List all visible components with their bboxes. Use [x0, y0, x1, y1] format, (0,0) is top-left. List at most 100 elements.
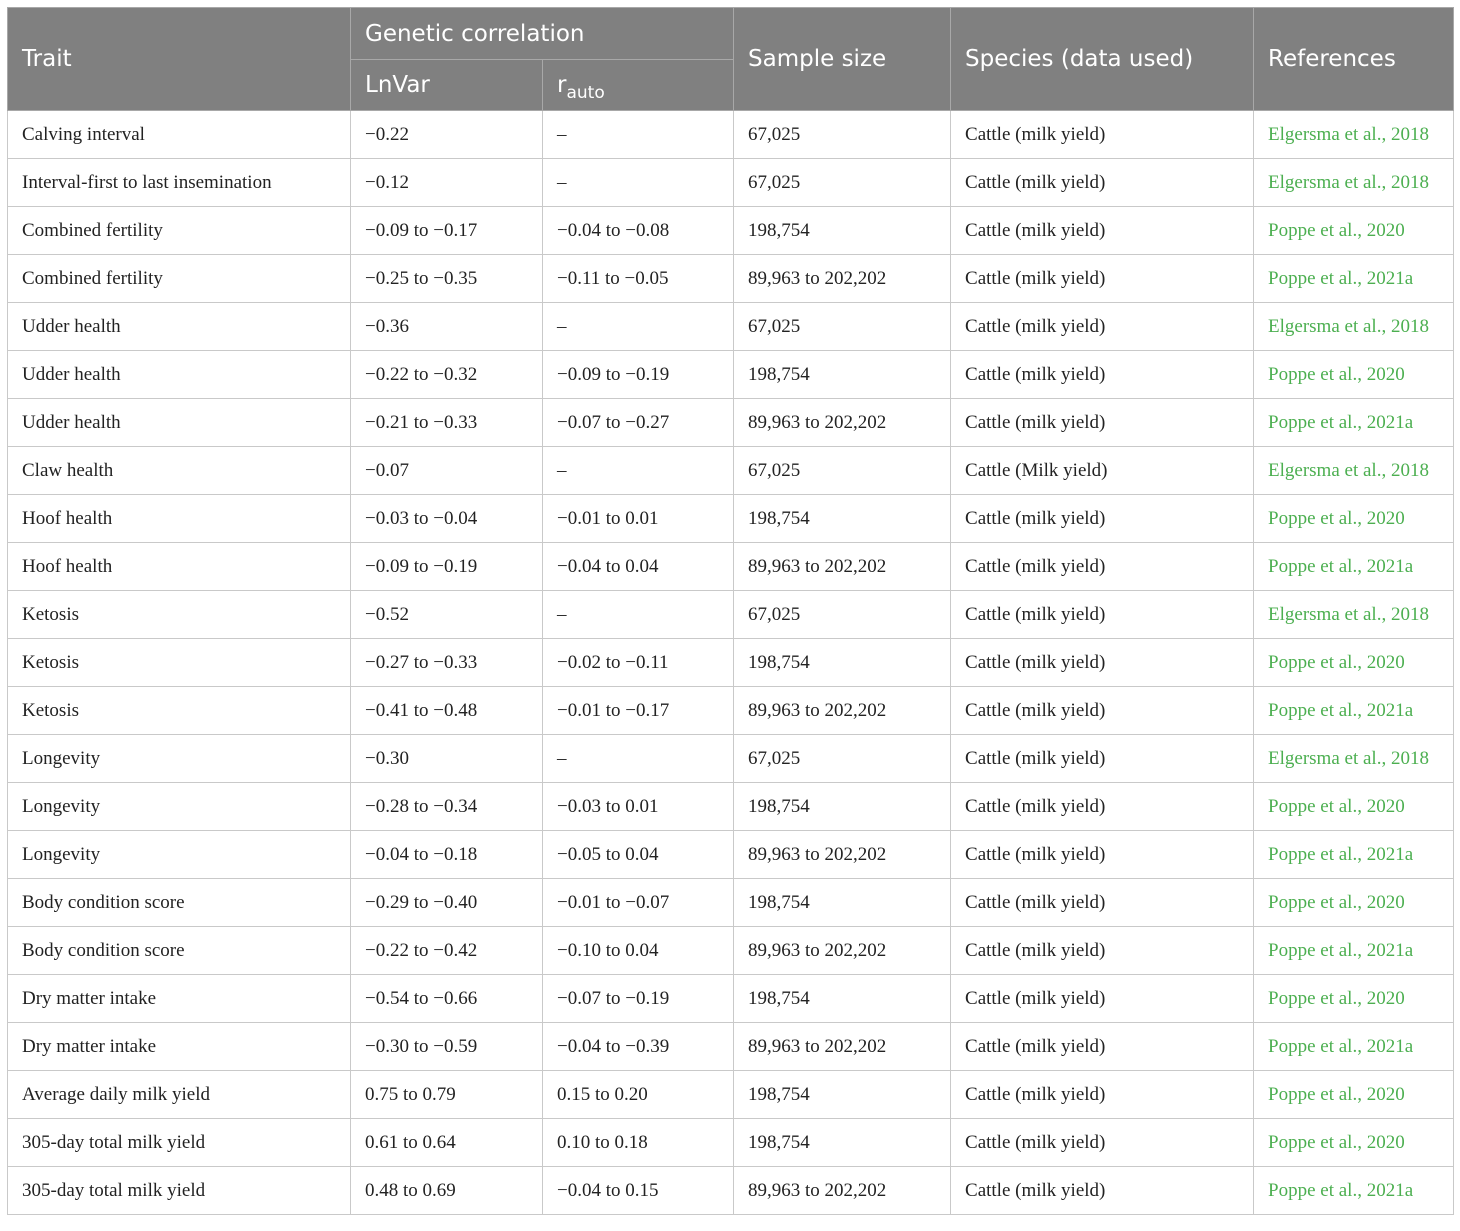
- cell-reference-link[interactable]: Elgersma et al., 2018: [1253, 590, 1455, 639]
- cell-trait: Longevity: [7, 734, 351, 783]
- cell-trait: Longevity: [7, 830, 351, 879]
- table-row: Longevity −0.30–67,025 Cattle (milk yield)…: [7, 734, 1455, 783]
- cell-reference-link[interactable]: Poppe et al., 2020: [1253, 878, 1455, 927]
- table-row: Ketosis −0.27 to −0.33 −0.02 to −0.11 198,7…: [7, 638, 1455, 687]
- cell-sample-size: 67,025: [733, 590, 952, 639]
- cell-rauto: −0.09 to −0.19: [541, 350, 735, 399]
- cell-reference-link[interactable]: Poppe et al., 2021a: [1253, 542, 1455, 591]
- cell-sample-size: 89,963 to 202,202: [733, 398, 952, 447]
- cell-reference-link[interactable]: Poppe et al., 2020: [1253, 1070, 1455, 1119]
- cell-reference-link[interactable]: Poppe et al., 2020: [1253, 206, 1455, 255]
- cell-trait: Body condition score: [7, 878, 351, 927]
- cell-rauto: −0.07 to −0.27: [541, 398, 735, 447]
- cell-reference-link[interactable]: Elgersma et al., 2018: [1253, 446, 1455, 495]
- cell-rauto: −0.02 to −0.11: [541, 638, 735, 687]
- header-rauto-subscript: auto: [566, 83, 605, 103]
- table-row: Hoof health −0.09 to −0.19 −0.04 to 0.04 89…: [7, 542, 1455, 591]
- cell-sample-size: 198,754: [733, 782, 952, 831]
- table-header: Trait Genetic correlation Sample size Sp…: [7, 7, 1455, 111]
- cell-species: Cattle (milk yield): [950, 206, 1255, 255]
- cell-rauto: –: [541, 734, 735, 783]
- cell-sample-size: 89,963 to 202,202: [733, 542, 952, 591]
- table-row: Calving interval −0.22–67,025 Cattle (milk…: [7, 110, 1455, 159]
- cell-rauto: 0.15 to 0.20: [541, 1070, 735, 1119]
- header-rauto: rauto: [541, 59, 735, 111]
- cell-reference-link[interactable]: Poppe et al., 2020: [1253, 638, 1455, 687]
- cell-reference-link[interactable]: Poppe et al., 2020: [1253, 1118, 1455, 1167]
- cell-reference-link[interactable]: Poppe et al., 2020: [1253, 494, 1455, 543]
- cell-trait: Body condition score: [7, 926, 351, 975]
- cell-lnvar: −0.04 to −0.18: [350, 830, 543, 879]
- cell-rauto: −0.05 to 0.04: [541, 830, 735, 879]
- cell-species: Cattle (milk yield): [950, 110, 1255, 159]
- cell-sample-size: 89,963 to 202,202: [733, 1022, 952, 1071]
- cell-rauto: −0.04 to 0.04: [541, 542, 735, 591]
- cell-trait: 305-day total milk yield: [7, 1166, 351, 1215]
- cell-reference-link[interactable]: Poppe et al., 2020: [1253, 350, 1455, 399]
- cell-reference-link[interactable]: Poppe et al., 2021a: [1253, 1166, 1455, 1215]
- cell-reference-link[interactable]: Poppe et al., 2021a: [1253, 398, 1455, 447]
- cell-sample-size: 67,025: [733, 110, 952, 159]
- cell-species: Cattle (milk yield): [950, 686, 1255, 735]
- cell-sample-size: 198,754: [733, 1118, 952, 1167]
- cell-lnvar: −0.52: [350, 590, 543, 639]
- cell-rauto: −0.03 to 0.01: [541, 782, 735, 831]
- cell-species: Cattle (milk yield): [950, 734, 1255, 783]
- cell-rauto: −0.11 to −0.05: [541, 254, 735, 303]
- cell-sample-size: 89,963 to 202,202: [733, 686, 952, 735]
- header-trait: Trait: [7, 7, 351, 111]
- table-row: Combined fertility −0.25 to −0.35 −0.11 to…: [7, 254, 1455, 303]
- cell-reference-link[interactable]: Poppe et al., 2021a: [1253, 830, 1455, 879]
- cell-reference-link[interactable]: Poppe et al., 2021a: [1253, 686, 1455, 735]
- cell-rauto: 0.10 to 0.18: [541, 1118, 735, 1167]
- cell-reference-link[interactable]: Elgersma et al., 2018: [1253, 110, 1455, 159]
- cell-species: Cattle (milk yield): [950, 1022, 1255, 1071]
- cell-reference-link[interactable]: Poppe et al., 2021a: [1253, 254, 1455, 303]
- table-row: Longevity −0.04 to −0.18 −0.05 to 0.04 89,9…: [7, 830, 1455, 879]
- table-row: 305-day total milk yield 0.48 to 0.69 −0.0…: [7, 1166, 1455, 1215]
- cell-rauto: –: [541, 302, 735, 351]
- cell-lnvar: 0.75 to 0.79: [350, 1070, 543, 1119]
- cell-rauto: –: [541, 110, 735, 159]
- cell-reference-link[interactable]: Poppe et al., 2021a: [1253, 926, 1455, 975]
- table-row: Interval-first to last insemination −0.12…: [7, 158, 1455, 207]
- header-references: References: [1253, 7, 1455, 111]
- cell-species: Cattle (milk yield): [950, 158, 1255, 207]
- cell-lnvar: −0.22 to −0.42: [350, 926, 543, 975]
- cell-species: Cattle (milk yield): [950, 638, 1255, 687]
- table-row: Average daily milk yield 0.75 to 0.79 0.15…: [7, 1070, 1455, 1119]
- cell-sample-size: 198,754: [733, 350, 952, 399]
- cell-sample-size: 198,754: [733, 494, 952, 543]
- cell-reference-link[interactable]: Elgersma et al., 2018: [1253, 302, 1455, 351]
- cell-trait: Ketosis: [7, 638, 351, 687]
- cell-trait: 305-day total milk yield: [7, 1118, 351, 1167]
- cell-trait: Calving interval: [7, 110, 351, 159]
- cell-species: Cattle (milk yield): [950, 542, 1255, 591]
- table-row: Claw health −0.07–67,025 Cattle (Milk yiel…: [7, 446, 1455, 495]
- table-row: Dry matter intake −0.30 to −0.59 −0.04 to …: [7, 1022, 1455, 1071]
- cell-species: Cattle (milk yield): [950, 302, 1255, 351]
- table-row: 305-day total milk yield 0.61 to 0.64 0.10…: [7, 1118, 1455, 1167]
- cell-sample-size: 198,754: [733, 878, 952, 927]
- cell-rauto: −0.01 to 0.01: [541, 494, 735, 543]
- cell-reference-link[interactable]: Elgersma et al., 2018: [1253, 158, 1455, 207]
- cell-trait: Ketosis: [7, 686, 351, 735]
- cell-trait: Hoof health: [7, 542, 351, 591]
- cell-rauto: –: [541, 446, 735, 495]
- header-row-1: Trait Genetic correlation Sample size Sp…: [7, 7, 1455, 111]
- cell-species: Cattle (milk yield): [950, 926, 1255, 975]
- cell-lnvar: −0.30 to −0.59: [350, 1022, 543, 1071]
- cell-reference-link[interactable]: Poppe et al., 2021a: [1253, 1022, 1455, 1071]
- header-sample-size: Sample size: [733, 7, 952, 111]
- cell-trait: Dry matter intake: [7, 974, 351, 1023]
- cell-trait: Combined fertility: [7, 254, 351, 303]
- header-species: Species (data used): [950, 7, 1255, 111]
- cell-sample-size: 198,754: [733, 974, 952, 1023]
- cell-species: Cattle (milk yield): [950, 1166, 1255, 1215]
- cell-reference-link[interactable]: Poppe et al., 2020: [1253, 782, 1455, 831]
- cell-reference-link[interactable]: Poppe et al., 2020: [1253, 974, 1455, 1023]
- cell-trait: Udder health: [7, 398, 351, 447]
- cell-reference-link[interactable]: Elgersma et al., 2018: [1253, 734, 1455, 783]
- cell-sample-size: 89,963 to 202,202: [733, 830, 952, 879]
- cell-sample-size: 67,025: [733, 734, 952, 783]
